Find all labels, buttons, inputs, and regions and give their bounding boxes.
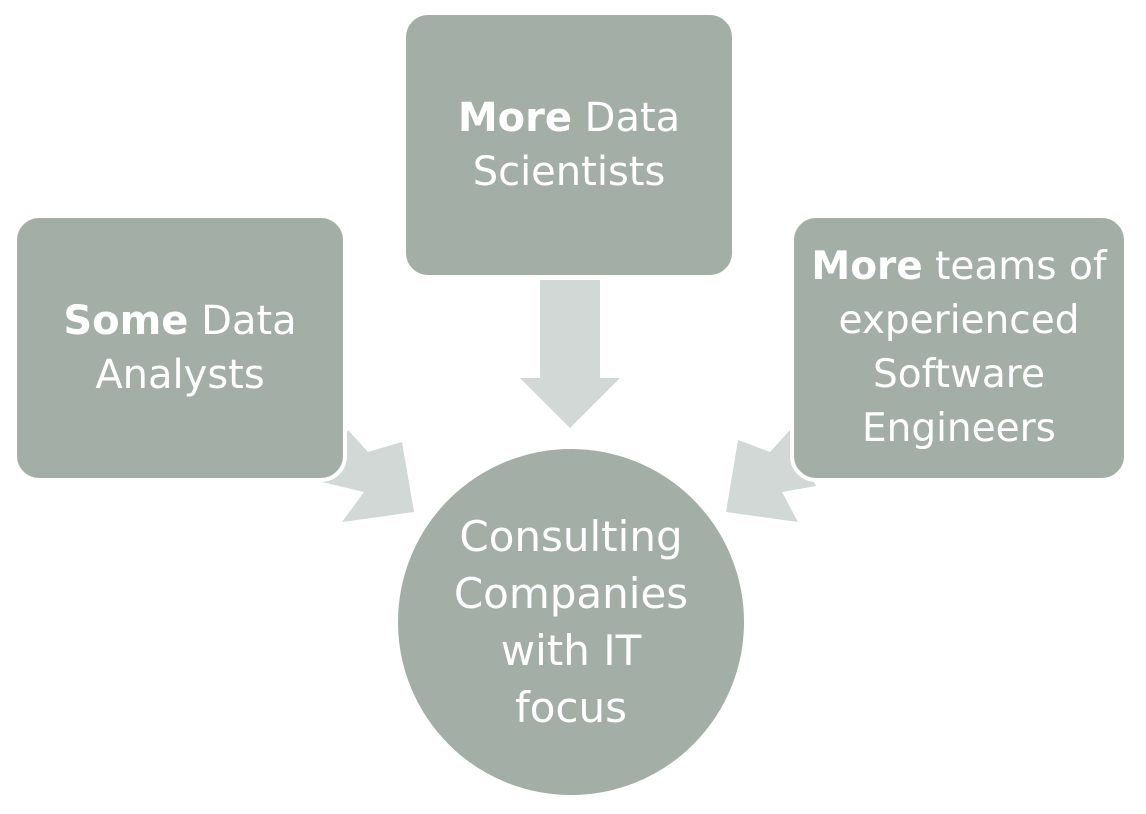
node-left-bold: Some: [63, 298, 189, 344]
node-software-engineers-text: More teams of experienced Software Engin…: [811, 240, 1106, 456]
node-data-scientists: More Data Scientists: [402, 11, 736, 279]
node-consulting-companies-text: Consulting Companies with IT focus: [454, 508, 688, 736]
node-data-analysts: Some Data Analysts: [13, 214, 347, 482]
node-center-line4: focus: [514, 683, 628, 732]
node-top-bold: More: [457, 95, 572, 141]
node-top-line2: Scientists: [472, 149, 666, 195]
node-right-line4: Engineers: [861, 406, 1056, 451]
node-right-line3: Software: [873, 352, 1045, 397]
node-software-engineers: More teams of experienced Software Engin…: [790, 214, 1128, 482]
node-data-scientists-text: More Data Scientists: [458, 91, 680, 199]
node-center-line1: Consulting: [459, 512, 683, 561]
node-left-line2: Analysts: [95, 352, 265, 398]
node-right-rest: teams of: [935, 244, 1107, 289]
arrow-top-to-center: [520, 280, 620, 428]
node-consulting-companies: Consulting Companies with IT focus: [394, 445, 748, 799]
node-center-line2: Companies: [453, 569, 689, 618]
node-left-rest: Data: [201, 298, 297, 344]
node-top-rest: Data: [584, 95, 681, 141]
node-right-bold: More: [811, 244, 923, 289]
node-data-analysts-text: Some Data Analysts: [63, 294, 296, 402]
node-right-line2: experienced: [838, 298, 1080, 343]
node-center-line3: with IT: [500, 626, 642, 675]
